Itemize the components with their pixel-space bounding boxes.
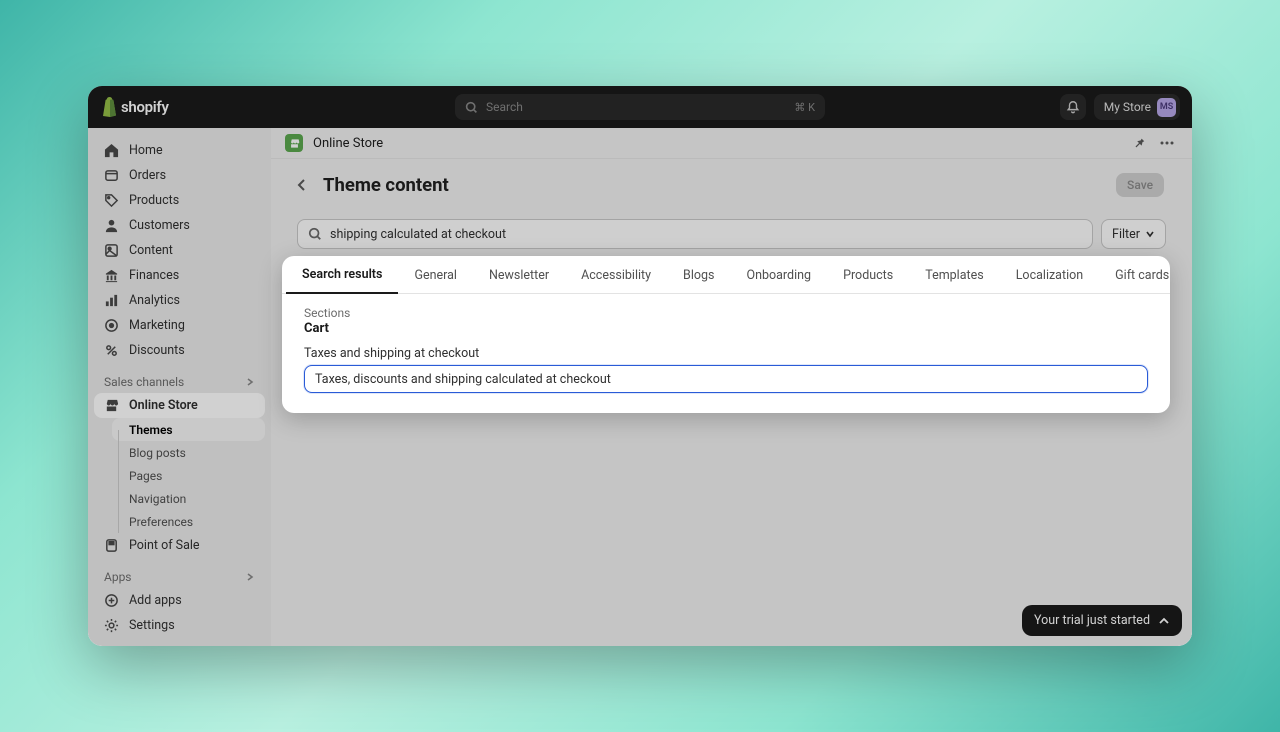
brand-logo: shopify: [100, 97, 169, 117]
subnav-navigation[interactable]: Navigation: [112, 487, 265, 510]
subnav-blog-posts[interactable]: Blog posts: [112, 441, 265, 464]
shopify-bag-icon: [100, 97, 118, 117]
bell-icon: [1066, 100, 1080, 114]
topbar: shopify Search ⌘ K My Store MS: [88, 86, 1192, 128]
sidebar: Home Orders Products Customers Content F…: [88, 128, 271, 646]
discounts-icon: [104, 343, 119, 358]
nav-customers[interactable]: Customers: [94, 213, 265, 238]
tab-gift-cards[interactable]: Gift cards: [1099, 257, 1170, 293]
more-button[interactable]: [1156, 132, 1178, 154]
products-icon: [104, 193, 119, 208]
store-name: My Store: [1104, 100, 1151, 114]
nav-home[interactable]: Home: [94, 138, 265, 163]
breadcrumb: Online Store: [313, 136, 383, 151]
tab-accessibility[interactable]: Accessibility: [565, 257, 667, 293]
tab-templates[interactable]: Templates: [909, 257, 999, 293]
results-panel: Search results General Newsletter Access…: [282, 256, 1170, 413]
save-button[interactable]: Save: [1116, 173, 1164, 197]
customers-icon: [104, 218, 119, 233]
search-placeholder: Search: [486, 100, 786, 114]
plus-circle-icon: [104, 593, 119, 608]
filter-button[interactable]: Filter: [1101, 219, 1166, 249]
section-title: Cart: [304, 321, 1148, 336]
tab-localization[interactable]: Localization: [1000, 257, 1099, 293]
content-icon: [104, 243, 119, 258]
chevron-down-icon: [1145, 229, 1155, 239]
store-icon: [104, 398, 119, 413]
page-title: Theme content: [323, 174, 1106, 196]
tab-general[interactable]: General: [398, 257, 473, 293]
tab-onboarding[interactable]: Onboarding: [730, 257, 827, 293]
brand-name: shopify: [121, 98, 169, 116]
nav-content[interactable]: Content: [94, 238, 265, 263]
tab-products[interactable]: Products: [827, 257, 909, 293]
nav-marketing[interactable]: Marketing: [94, 313, 265, 338]
tabs: Search results General Newsletter Access…: [282, 256, 1170, 294]
marketing-icon: [104, 318, 119, 333]
online-store-badge-icon: [285, 134, 303, 152]
analytics-icon: [104, 293, 119, 308]
tab-newsletter[interactable]: Newsletter: [473, 257, 565, 293]
finances-icon: [104, 268, 119, 283]
nav-analytics[interactable]: Analytics: [94, 288, 265, 313]
sales-channels-header[interactable]: Sales channels: [94, 369, 265, 393]
home-icon: [104, 143, 119, 158]
nav-discounts[interactable]: Discounts: [94, 338, 265, 363]
chevron-right-icon: [245, 377, 255, 387]
subnav-pages[interactable]: Pages: [112, 464, 265, 487]
store-menu[interactable]: My Store MS: [1094, 94, 1180, 120]
tab-blogs[interactable]: Blogs: [667, 257, 730, 293]
nav-products[interactable]: Products: [94, 188, 265, 213]
notifications-button[interactable]: [1060, 94, 1086, 120]
subnav-themes[interactable]: Themes: [112, 418, 265, 441]
gear-icon: [104, 618, 119, 633]
content-search[interactable]: [297, 219, 1093, 249]
page-title-row: Theme content Save: [271, 159, 1192, 209]
section-label: Sections: [304, 306, 1148, 320]
chevron-right-icon: [245, 572, 255, 582]
nav-settings[interactable]: Settings: [94, 613, 265, 638]
nav-finances[interactable]: Finances: [94, 263, 265, 288]
global-search[interactable]: Search ⌘ K: [455, 94, 825, 120]
pin-icon: [1132, 136, 1146, 150]
apps-header[interactable]: Apps: [94, 564, 265, 588]
subnav-preferences[interactable]: Preferences: [112, 510, 265, 533]
content-search-input[interactable]: [330, 227, 1082, 242]
search-icon: [465, 101, 478, 114]
nav-online-store[interactable]: Online Store: [94, 393, 265, 418]
field-label: Taxes and shipping at checkout: [304, 346, 1148, 361]
arrow-left-icon: [294, 177, 310, 193]
chevron-up-icon: [1158, 615, 1170, 627]
nav-add-apps[interactable]: Add apps: [94, 588, 265, 613]
trial-banner[interactable]: Your trial just started: [1022, 605, 1182, 636]
back-button[interactable]: [291, 174, 313, 196]
field-input[interactable]: [304, 365, 1148, 393]
nav-orders[interactable]: Orders: [94, 163, 265, 188]
avatar: MS: [1157, 98, 1176, 117]
pin-button[interactable]: [1128, 132, 1150, 154]
tab-search-results[interactable]: Search results: [286, 256, 398, 294]
orders-icon: [104, 168, 119, 183]
search-icon: [308, 227, 322, 241]
search-shortcut: ⌘ K: [794, 101, 815, 114]
pos-icon: [104, 538, 119, 553]
content-header: Online Store: [271, 128, 1192, 159]
nav-point-of-sale[interactable]: Point of Sale: [94, 533, 265, 558]
dots-icon: [1160, 141, 1174, 145]
